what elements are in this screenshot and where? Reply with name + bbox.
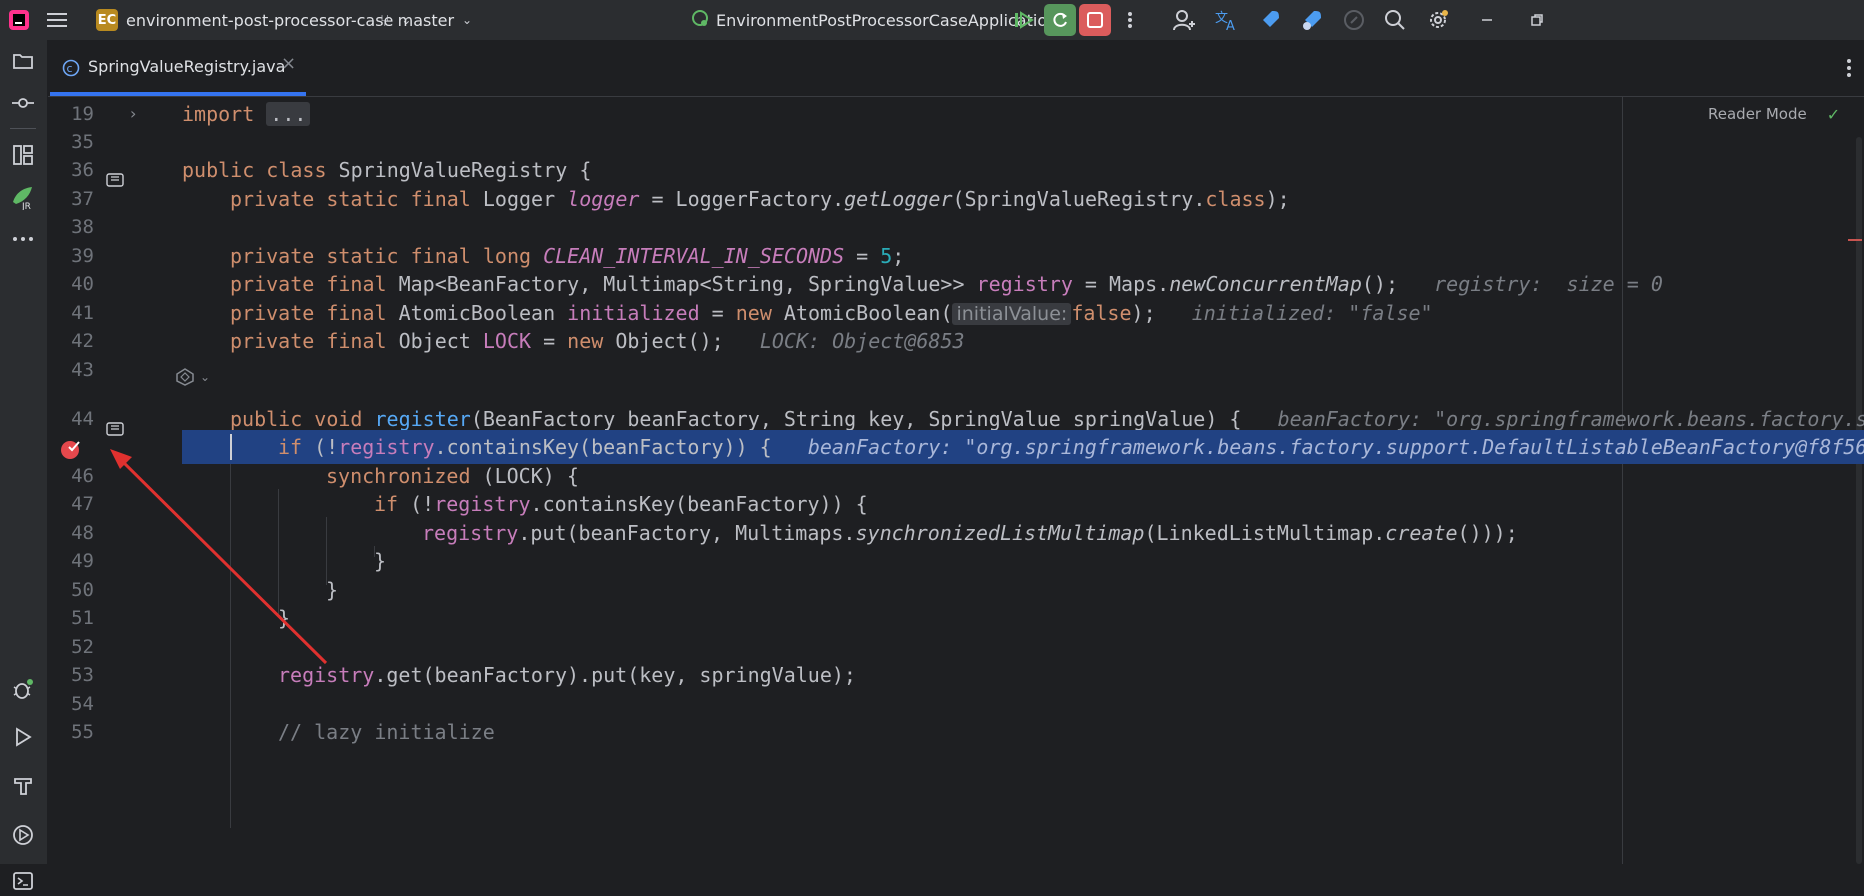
svg-text:JR: JR bbox=[21, 202, 31, 210]
number-literal: 5 bbox=[880, 244, 893, 268]
more-actions-icon[interactable] bbox=[1122, 0, 1138, 40]
title-bar: EC environment-post-processor-case ⌄ ⑂ m… bbox=[0, 0, 1864, 41]
rocket-disabled-icon[interactable] bbox=[1342, 0, 1366, 40]
code-text: = Maps. bbox=[1072, 272, 1170, 296]
code-text: (LOCK) { bbox=[482, 464, 579, 488]
code-text: ; bbox=[892, 244, 905, 268]
add-user-icon[interactable] bbox=[1172, 0, 1196, 40]
rerun-button[interactable] bbox=[1044, 0, 1076, 40]
code-text: ); bbox=[1265, 187, 1290, 211]
keyword: class bbox=[1205, 187, 1266, 211]
project-folder-icon[interactable] bbox=[8, 46, 38, 76]
close-icon[interactable]: × bbox=[281, 53, 296, 74]
chevron-down-icon: ⌄ bbox=[462, 13, 473, 27]
services-icon[interactable] bbox=[8, 820, 38, 850]
code-text: = bbox=[844, 244, 881, 268]
debug-inline-value[interactable]: LOCK: Object@6853 bbox=[760, 329, 965, 353]
rocket-icon[interactable] bbox=[1258, 0, 1282, 40]
static-method: getLogger bbox=[844, 187, 953, 211]
code-text: (); bbox=[1361, 272, 1398, 296]
code-text: (LinkedListMultimap. bbox=[1144, 521, 1386, 545]
constant: CLEAN_INTERVAL_IN_SECONDS bbox=[543, 244, 845, 268]
tab-options-icon[interactable] bbox=[1846, 58, 1852, 82]
project-selector[interactable]: EC environment-post-processor-case ⌄ bbox=[96, 0, 411, 40]
code-text: Object(); bbox=[615, 329, 724, 353]
more-tools-icon[interactable] bbox=[8, 224, 38, 254]
code-text: = bbox=[531, 329, 568, 353]
restore-window-icon[interactable] bbox=[1530, 0, 1544, 40]
search-icon[interactable] bbox=[1384, 0, 1406, 40]
debug-icon[interactable] bbox=[8, 674, 38, 704]
code-text: ())); bbox=[1457, 521, 1518, 545]
code-editor[interactable]: Reader Mode ✓ 19 › import ... 35 36 publ… bbox=[48, 97, 1864, 864]
keyword: false bbox=[1071, 301, 1132, 325]
jrebel-icon[interactable]: JR bbox=[8, 182, 38, 212]
code-text: AtomicBoolean( bbox=[783, 301, 953, 325]
code-text: ); bbox=[1131, 301, 1156, 325]
branch-name: master bbox=[397, 10, 455, 30]
structure-icon[interactable] bbox=[8, 140, 38, 170]
debug-inline-value[interactable]: beanFactory: "org.springframework.beans.… bbox=[808, 435, 1864, 459]
settings-gear-icon[interactable] bbox=[1426, 0, 1450, 40]
run-icon[interactable] bbox=[8, 722, 38, 752]
tab-springvalueregistry[interactable]: c SpringValueRegistry.java × bbox=[48, 40, 306, 96]
java-class-icon: c bbox=[62, 59, 80, 81]
field: logger bbox=[567, 187, 640, 211]
stop-button[interactable] bbox=[1079, 0, 1111, 40]
code-text: .containsKey(beanFactory)) { bbox=[434, 435, 772, 459]
static-method: create bbox=[1385, 521, 1458, 545]
minimize-icon[interactable] bbox=[1480, 0, 1494, 40]
static-method: newConcurrentMap bbox=[1169, 272, 1362, 296]
stop-icon bbox=[1079, 4, 1111, 36]
intellij-logo-icon[interactable] bbox=[8, 0, 30, 40]
code-text: Map<BeanFactory, Multimap<String, Spring… bbox=[398, 272, 977, 296]
code-text: (BeanFactory beanFactory, String key, Sp… bbox=[470, 407, 1242, 431]
sidebar-divider bbox=[10, 128, 36, 129]
keyword: new bbox=[735, 301, 784, 325]
main-menu-icon[interactable] bbox=[46, 0, 68, 40]
tool-window-sidebar: JR bbox=[0, 40, 48, 890]
code-text: = bbox=[699, 301, 736, 325]
project-name: environment-post-processor-case bbox=[126, 10, 394, 30]
translate-icon[interactable]: 文A bbox=[1214, 0, 1240, 40]
keyword: new bbox=[567, 329, 616, 353]
project-badge: EC bbox=[96, 9, 118, 31]
svg-text:c: c bbox=[67, 62, 73, 75]
debug-inline-value[interactable]: initialized: "false" bbox=[1192, 301, 1433, 325]
code-text: = LoggerFactory. bbox=[639, 187, 845, 211]
annotation-arrow bbox=[110, 449, 328, 665]
branch-selector[interactable]: ⑂ master ⌄ bbox=[380, 0, 472, 40]
spring-run-icon bbox=[690, 8, 710, 32]
field: registry bbox=[976, 272, 1073, 296]
rocket-debug-icon[interactable] bbox=[1300, 0, 1324, 40]
code-text: .containsKey(beanFactory)) { bbox=[530, 492, 868, 516]
debug-inline-value[interactable]: registry: size = 0 bbox=[1434, 272, 1663, 296]
tab-label: SpringValueRegistry.java bbox=[88, 57, 286, 76]
code-text: .put(beanFactory, Multimaps. bbox=[518, 521, 856, 545]
field: LOCK bbox=[482, 329, 532, 353]
static-method: synchronizedListMultimap bbox=[855, 521, 1145, 545]
code-text: (SpringValueRegistry. bbox=[952, 187, 1206, 211]
run-config-name: EnvironmentPostProcessorCaseApplication bbox=[716, 10, 1058, 30]
code-text: Logger bbox=[482, 187, 568, 211]
build-hammer-icon[interactable] bbox=[8, 770, 38, 800]
git-branch-icon: ⑂ bbox=[380, 10, 390, 30]
terminal-icon[interactable] bbox=[8, 866, 38, 896]
debug-inline-value[interactable]: beanFactory: "org.springframework.beans.… bbox=[1278, 407, 1864, 431]
editor-tab-bar: c SpringValueRegistry.java × bbox=[48, 40, 1864, 97]
rerun-icon bbox=[1044, 4, 1076, 36]
field: initialized bbox=[567, 301, 700, 325]
active-tab-indicator bbox=[50, 92, 306, 96]
svg-text:A: A bbox=[1226, 19, 1235, 31]
resume-icon[interactable] bbox=[1012, 0, 1034, 40]
parameter-hint: initialValue: bbox=[952, 303, 1072, 325]
commit-icon[interactable] bbox=[8, 88, 38, 118]
field: registry bbox=[434, 492, 531, 516]
